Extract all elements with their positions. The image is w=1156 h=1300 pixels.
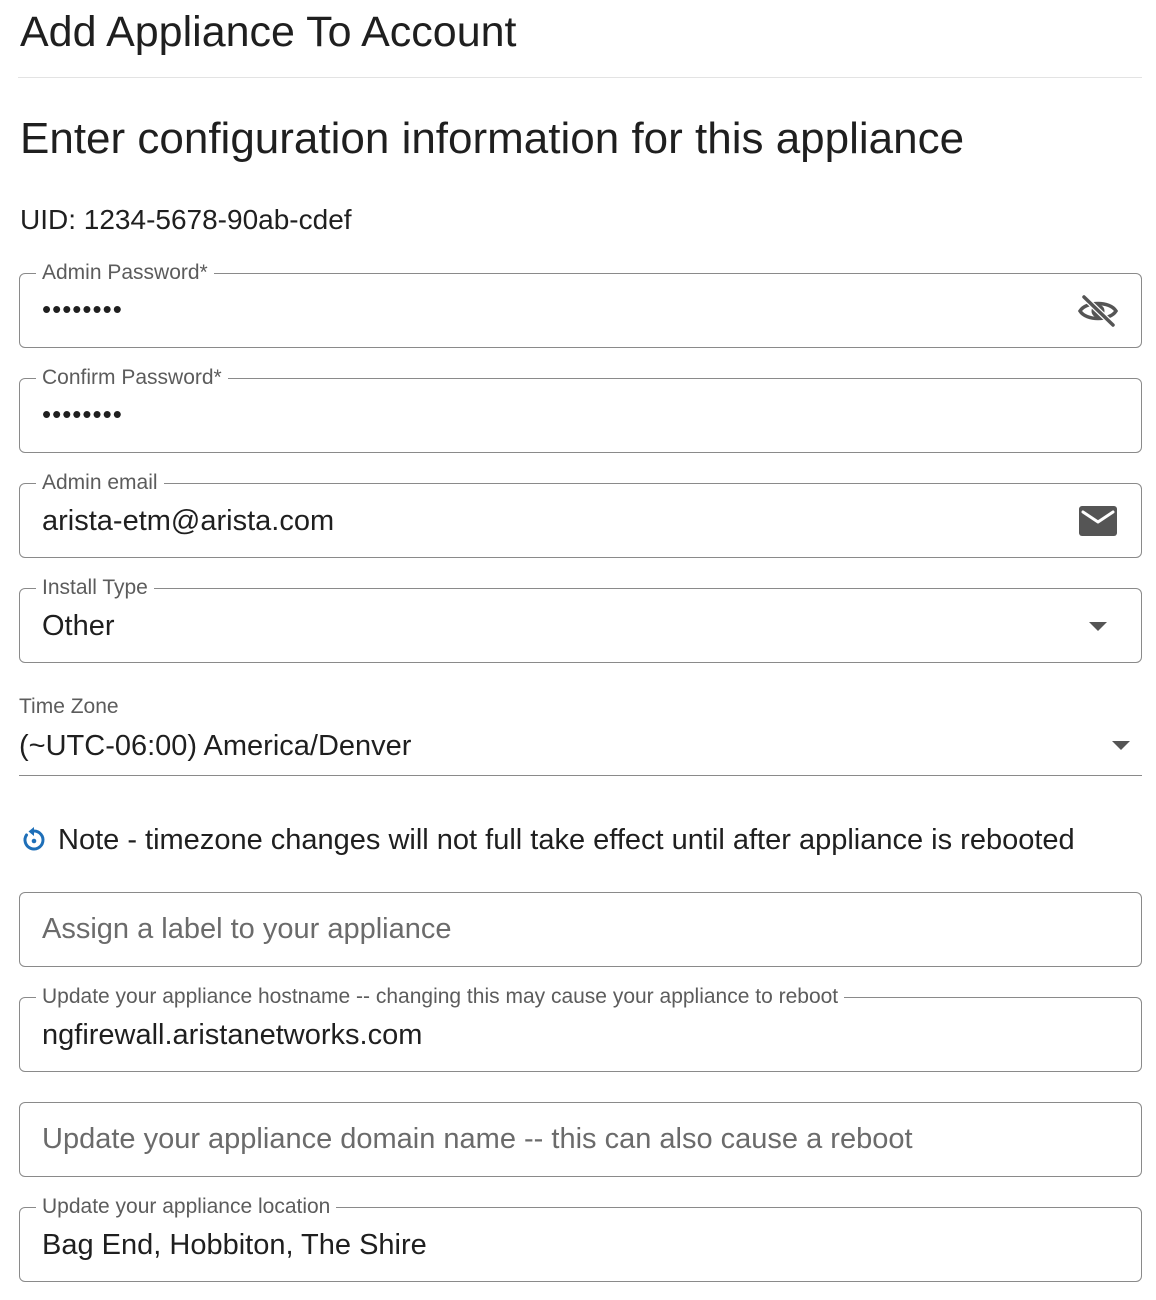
admin-password-field[interactable]: Admin Password* ••••••••	[19, 261, 1142, 348]
install-type-select[interactable]: Install Type Other	[19, 576, 1142, 663]
appliance-label-placeholder[interactable]: Assign a label to your appliance	[42, 909, 451, 949]
caret-down-icon[interactable]	[1112, 741, 1130, 750]
caret-down-icon[interactable]	[1077, 607, 1119, 645]
install-type-label: Install Type	[36, 576, 154, 600]
location-field[interactable]: Update your appliance location Bag End, …	[19, 1195, 1142, 1282]
restart-icon	[20, 826, 48, 854]
install-type-value[interactable]: Other	[42, 607, 115, 645]
domain-name-placeholder[interactable]: Update your appliance domain name -- thi…	[42, 1119, 913, 1159]
page-title: Add Appliance To Account	[20, 8, 517, 56]
admin-email-label: Admin email	[36, 471, 164, 495]
hostname-label: Update your appliance hostname -- changi…	[36, 985, 845, 1009]
admin-password-value[interactable]: ••••••••	[42, 290, 123, 328]
section-heading: Enter configuration information for this…	[20, 114, 965, 163]
confirm-password-label: Confirm Password*	[36, 366, 228, 390]
hostname-field[interactable]: Update your appliance hostname -- changi…	[19, 985, 1142, 1072]
hostname-value[interactable]: ngfirewall.aristanetworks.com	[42, 1016, 422, 1054]
visibility-off-icon[interactable]	[1077, 292, 1119, 330]
confirm-password-field[interactable]: Confirm Password* ••••••••	[19, 366, 1142, 453]
uid-text: UID: 1234-5678-90ab-cdef	[20, 204, 352, 235]
appliance-label-input[interactable]: Assign a label to your appliance	[19, 892, 1142, 967]
confirm-password-value[interactable]: ••••••••	[42, 395, 123, 433]
mail-icon	[1077, 502, 1119, 540]
note-text: Note - timezone changes will not full ta…	[58, 824, 1075, 856]
timezone-note: Note - timezone changes will not full ta…	[20, 820, 1075, 860]
title-divider	[18, 77, 1142, 78]
time-zone-value[interactable]: (~UTC-06:00) America/Denver	[19, 727, 411, 765]
admin-email-field[interactable]: Admin email arista-etm@arista.com	[19, 471, 1142, 558]
domain-name-input[interactable]: Update your appliance domain name -- thi…	[19, 1102, 1142, 1177]
admin-password-label: Admin Password*	[36, 261, 214, 285]
time-zone-select[interactable]: Time Zone (~UTC-06:00) America/Denver	[19, 690, 1142, 776]
admin-email-value[interactable]: arista-etm@arista.com	[42, 502, 334, 540]
location-label: Update your appliance location	[36, 1195, 337, 1219]
time-zone-label: Time Zone	[19, 695, 119, 718]
location-value[interactable]: Bag End, Hobbiton, The Shire	[42, 1226, 427, 1264]
